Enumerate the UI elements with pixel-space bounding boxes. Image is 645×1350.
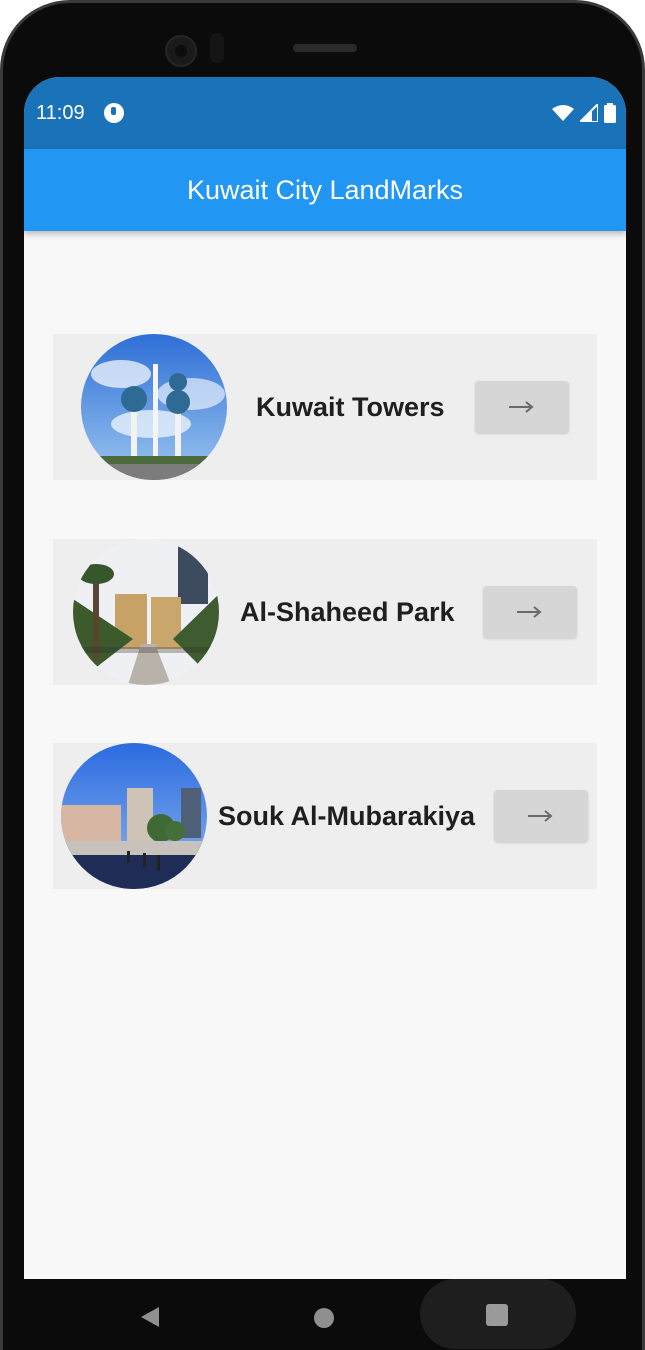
arrow-right-icon <box>517 606 542 618</box>
arrow-right-icon <box>509 401 534 413</box>
landmark-card-al-shaheed-park[interactable]: Al-Shaheed Park <box>53 539 597 685</box>
earpiece-speaker <box>293 44 357 52</box>
landmark-name: Kuwait Towers <box>256 391 445 422</box>
landmark-name: Souk Al-Mubarakiya <box>218 800 476 831</box>
al-shaheed-park-photo <box>73 539 219 685</box>
status-bar: 11:09 <box>24 77 626 149</box>
signal-icon <box>580 104 598 122</box>
phone-frame: 11:09 Kuwait City LandMarks Kuwait Tower… <box>0 0 645 1350</box>
landmark-card-kuwait-towers[interactable]: Kuwait Towers <box>53 334 597 480</box>
souk-al-mubarakiya-photo <box>61 743 207 889</box>
recents-pill[interactable] <box>420 1279 576 1349</box>
home-icon[interactable] <box>314 1308 334 1328</box>
system-nav-bar <box>3 1279 642 1350</box>
page-title: Kuwait City LandMarks <box>186 174 464 205</box>
recents-icon[interactable] <box>486 1304 508 1326</box>
screen: 11:09 Kuwait City LandMarks Kuwait Tower… <box>24 77 626 1279</box>
notification-app-icon <box>104 103 124 123</box>
kuwait-towers-photo <box>81 334 227 480</box>
landmark-name: Al-Shaheed Park <box>240 596 455 627</box>
status-icons <box>552 101 616 125</box>
status-time: 11:09 <box>36 102 85 124</box>
camera-icon <box>165 35 197 67</box>
wifi-icon <box>552 105 574 121</box>
battery-icon <box>604 103 616 123</box>
frame-corner <box>612 3 642 43</box>
arrow-right-icon <box>528 810 553 822</box>
open-kuwait-towers-button[interactable] <box>475 381 569 433</box>
landmark-card-souk-al-mubarakiya[interactable]: Souk Al-Mubarakiya <box>53 743 597 889</box>
open-souk-al-mubarakiya-button[interactable] <box>494 790 588 842</box>
open-al-shaheed-park-button[interactable] <box>483 586 577 638</box>
app-bar: Kuwait City LandMarks <box>24 149 626 231</box>
back-icon[interactable] <box>139 1305 161 1329</box>
sensor <box>210 33 224 63</box>
